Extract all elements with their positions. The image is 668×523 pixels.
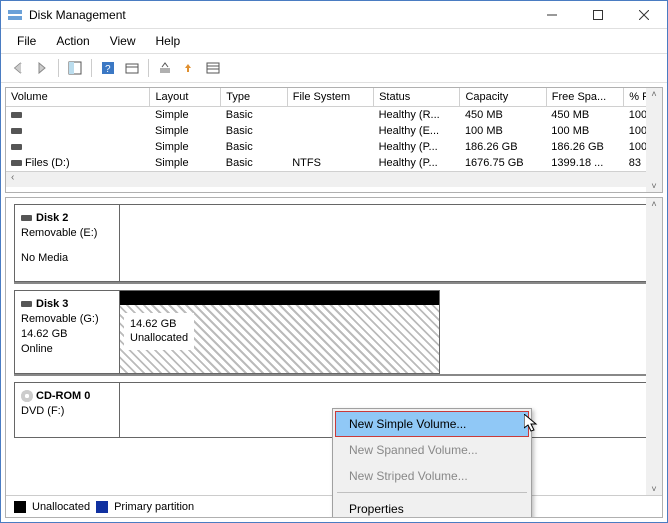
svg-text:?: ? [105,64,111,75]
legend-swatch-primary [96,501,108,513]
minimize-button[interactable] [529,1,575,29]
context-menu: New Simple Volume... New Spanned Volume.… [332,408,532,517]
volume-icon [11,144,22,150]
legend-label: Primary partition [114,501,194,513]
disk-block-unallocated[interactable]: 14.62 GB Unallocated [120,290,440,374]
col-type[interactable]: Type [221,88,287,107]
window-buttons [529,1,667,29]
help-button[interactable]: ? [97,57,119,79]
volume-row[interactable]: SimpleBasicHealthy (R...450 MB450 MB100 [6,107,662,124]
menubar: File Action View Help [1,29,667,53]
cdrom-icon [21,390,33,402]
ctx-properties[interactable]: Properties [335,496,529,517]
horizontal-scrollbar[interactable]: ‹› [6,171,662,187]
action-button[interactable] [154,57,176,79]
col-capacity[interactable]: Capacity [460,88,546,107]
legend-swatch-unallocated [14,501,26,513]
vertical-scrollbar[interactable]: ˄˅ [646,88,662,192]
col-status[interactable]: Status [374,88,460,107]
maximize-button[interactable] [575,1,621,29]
menu-file[interactable]: File [7,31,46,51]
legend-label: Unallocated [32,501,90,513]
ctx-separator [337,492,527,493]
ctx-new-simple-volume[interactable]: New Simple Volume... [335,411,529,437]
disk-info: CD-ROM 0 DVD (F:) [14,382,120,438]
titlebar: Disk Management [1,1,667,29]
menu-view[interactable]: View [100,31,146,51]
block-inner: 14.62 GB Unallocated [124,313,194,350]
refresh-button[interactable] [178,57,200,79]
menu-help[interactable]: Help [146,31,191,51]
show-hide-button[interactable] [64,57,86,79]
col-free[interactable]: Free Spa... [546,88,624,107]
disk-graphical-pane: Disk 2 Removable (E:) No Media Disk 3 Re… [5,197,663,518]
block-header-bar [120,291,439,305]
disk-info: Disk 3 Removable (G:) 14.62 GB Online [14,290,120,374]
col-layout[interactable]: Layout [150,88,221,107]
disk-icon [21,301,32,307]
forward-button[interactable] [31,57,53,79]
col-volume[interactable]: Volume [6,88,150,107]
disk-info: Disk 2 Removable (E:) No Media [14,204,120,282]
ctx-new-striped-volume: New Striped Volume... [335,463,529,489]
disk-row[interactable]: Disk 2 Removable (E:) No Media [14,204,654,284]
vertical-scrollbar[interactable]: ˄˅ [646,198,662,495]
volume-table[interactable]: Volume Layout Type File System Status Ca… [6,88,662,171]
app-icon [7,7,23,23]
volume-row[interactable]: SimpleBasicHealthy (E...100 MB100 MB100 [6,123,662,139]
volume-icon [11,128,22,134]
disk-block-empty[interactable] [120,204,654,282]
list-button[interactable] [202,57,224,79]
back-button[interactable] [7,57,29,79]
volume-list-pane: Volume Layout Type File System Status Ca… [5,87,663,193]
window-title: Disk Management [29,8,529,22]
volume-icon [11,160,22,166]
settings-button[interactable] [121,57,143,79]
disk-icon [21,215,32,221]
disk-list: Disk 2 Removable (E:) No Media Disk 3 Re… [6,198,662,517]
disk-row[interactable]: Disk 3 Removable (G:) 14.62 GB Online 14… [14,290,654,376]
menu-action[interactable]: Action [46,31,99,51]
ctx-new-spanned-volume: New Spanned Volume... [335,437,529,463]
volume-icon [11,112,22,118]
disk-management-window: Disk Management File Action View Help ? … [0,0,668,523]
content: Volume Layout Type File System Status Ca… [1,83,667,522]
toolbar: ? [1,53,667,83]
col-fs[interactable]: File System [287,88,373,107]
volume-row[interactable]: Files (D:)SimpleBasicNTFSHealthy (P...16… [6,155,662,171]
volume-row[interactable]: SimpleBasicHealthy (P...186.26 GB186.26 … [6,139,662,155]
close-button[interactable] [621,1,667,29]
